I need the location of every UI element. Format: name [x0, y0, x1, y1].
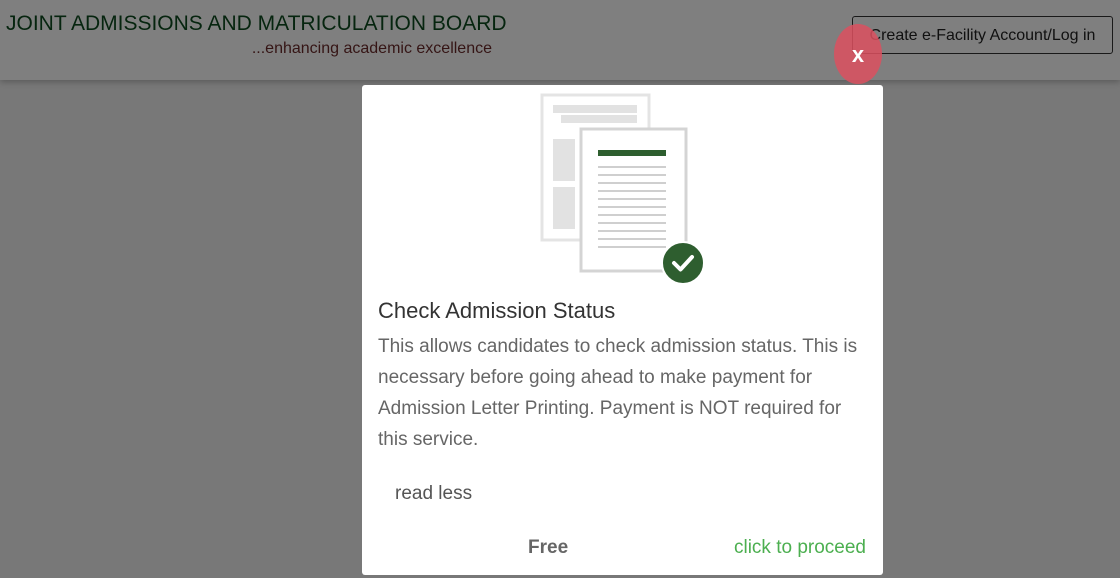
service-price: Free: [528, 537, 569, 558]
service-modal: Check Admission Status This allows candi…: [362, 85, 883, 575]
proceed-link[interactable]: click to proceed: [734, 537, 866, 559]
modal-title: Check Admission Status: [378, 298, 616, 323]
modal-close-button[interactable]: x: [834, 24, 882, 84]
modal-description: This allows candidates to check admissio…: [378, 336, 858, 450]
document-check-icon: [535, 91, 710, 286]
read-less-link[interactable]: read less: [395, 483, 472, 505]
page: JOINT ADMISSIONS AND MATRICULATION BOARD…: [0, 0, 1120, 578]
